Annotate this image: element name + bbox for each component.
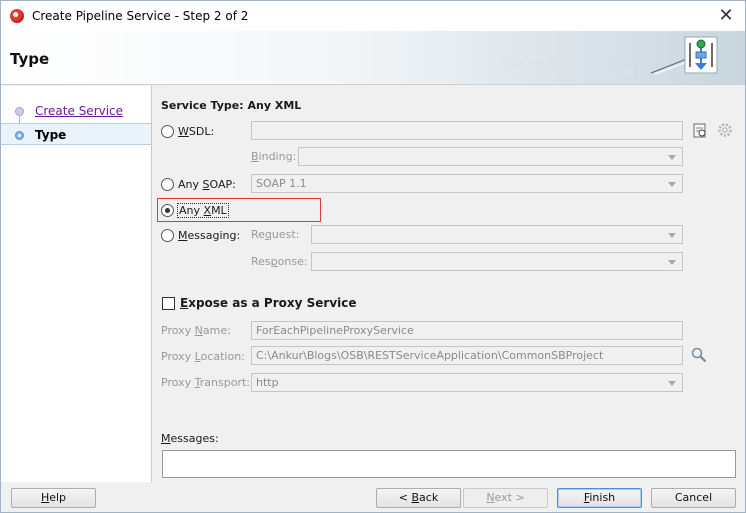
help-button[interactable]: Help [11, 488, 96, 508]
response-label: Response: [251, 255, 308, 268]
request-select[interactable] [311, 225, 683, 244]
wizard-content: Service Type: Any XML WSDL: Binding: Any… [153, 86, 745, 482]
nav-step-create-service[interactable]: Create Service [1, 100, 151, 122]
proxy-name-label: Proxy Name: [161, 324, 231, 337]
expose-proxy-label: Expose as a Proxy Service [180, 296, 357, 310]
app-icon [10, 9, 24, 23]
wsdl-radio[interactable]: WSDL: [161, 122, 214, 140]
expose-proxy-checkbox[interactable] [162, 296, 175, 310]
messages-area[interactable] [162, 450, 736, 478]
any-soap-radio[interactable]: Any SOAP: [161, 175, 236, 193]
proxy-transport-label: Proxy Transport: [161, 376, 250, 389]
any-xml-radio[interactable]: Any XML [161, 201, 229, 219]
wsdl-radio-label: WSDL: [178, 124, 215, 138]
close-icon[interactable]: ✕ [715, 5, 737, 27]
binding-label: Binding: [251, 150, 297, 163]
request-label: Request: [251, 228, 300, 241]
header-decoration-binary: 0101010101 [586, 67, 635, 76]
messaging-radio-label: Messaging: [178, 228, 241, 242]
proxy-transport-select[interactable]: http [251, 373, 683, 392]
messages-label: Messages: [161, 432, 219, 445]
step-bullet-icon [15, 131, 24, 140]
title-bar: Create Pipeline Service - Step 2 of 2 ✕ [1, 1, 745, 31]
any-soap-radio-label: Any SOAP: [178, 177, 236, 191]
response-select[interactable] [311, 252, 683, 271]
wizard-step-nav: Create Service Type [1, 86, 152, 482]
proxy-location-field[interactable]: C:\Ankur\Blogs\OSB\RESTServiceApplicatio… [251, 346, 683, 365]
binding-select[interactable] [298, 147, 683, 166]
section-title: Service Type: Any XML [161, 99, 302, 112]
cancel-button[interactable]: Cancel [651, 488, 736, 508]
page-title: Type [10, 50, 50, 68]
wizard-header: Type 0101010101010101010101 0101010101 [1, 31, 745, 85]
soap-version-select[interactable]: SOAP 1.1 [251, 174, 683, 193]
gear-icon[interactable] [716, 121, 734, 139]
dialog-window: Create Pipeline Service - Step 2 of 2 ✕ … [0, 0, 746, 513]
radio-circle[interactable] [161, 228, 174, 242]
next-button[interactable]: Next > [463, 488, 548, 508]
wsdl-browse-icon[interactable] [691, 121, 709, 139]
messaging-radio[interactable]: Messaging: [161, 226, 240, 244]
wsdl-field[interactable] [251, 121, 683, 140]
step-bullet-icon [15, 107, 24, 116]
button-bar: Help < Back Next > Finish Cancel [1, 483, 745, 513]
expose-proxy-checkbox-row[interactable]: Expose as a Proxy Service [162, 296, 357, 310]
radio-circle[interactable] [161, 203, 174, 217]
window-title: Create Pipeline Service - Step 2 of 2 [32, 9, 249, 23]
finish-button[interactable]: Finish [557, 488, 642, 508]
any-xml-radio-label: Any XML [177, 202, 229, 218]
nav-step-label[interactable]: Create Service [35, 104, 123, 118]
radio-circle[interactable] [161, 177, 174, 191]
back-button[interactable]: < Back [376, 488, 461, 508]
nav-step-label: Type [35, 128, 67, 142]
proxy-location-label: Proxy Location: [161, 350, 245, 363]
radio-circle[interactable] [161, 124, 174, 138]
nav-step-type[interactable]: Type [1, 123, 151, 145]
pipeline-service-icon [684, 36, 718, 74]
proxy-name-field[interactable]: ForEachPipelineProxyService [251, 321, 683, 340]
magnifier-icon[interactable] [690, 346, 708, 364]
